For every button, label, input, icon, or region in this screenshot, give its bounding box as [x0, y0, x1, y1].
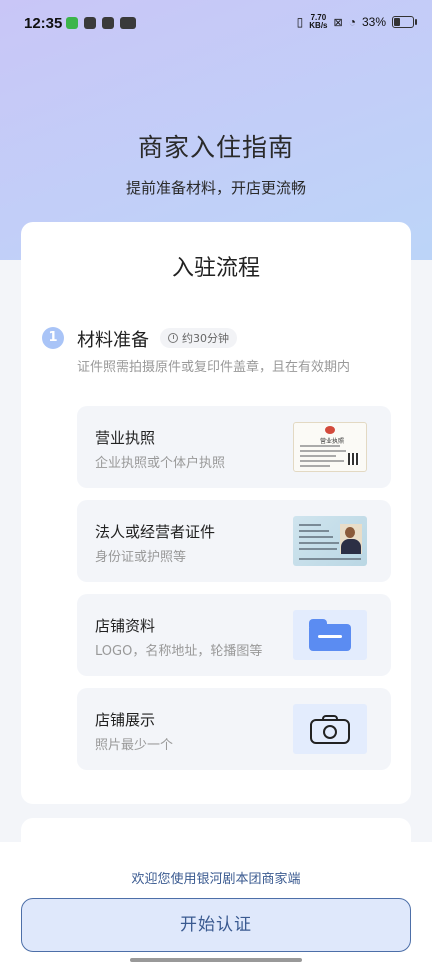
section-title: 入驻流程 — [165, 250, 267, 284]
material-item-title: 店铺展示 — [95, 711, 156, 729]
license-heading: 营业执照 — [320, 438, 345, 445]
battery-percent: 33% — [361, 15, 386, 29]
emblem-icon — [325, 426, 335, 434]
step-number-badge: 1 — [42, 327, 64, 349]
duration-text: 约30分钟 — [182, 332, 229, 345]
network-speed: 7.70 KB/s — [309, 14, 327, 30]
step-title: 材料准备 — [77, 330, 149, 351]
network-speed-unit: KB/s — [309, 21, 328, 30]
page-title: 商家入住指南 — [137, 133, 294, 162]
battery-icon — [392, 16, 417, 28]
duration-badge: 约30分钟 — [160, 328, 237, 348]
status-bar: 12:35 ▯ 7.70 KB/s ⊠ ◔ 33% — [0, 0, 432, 50]
notification-icon — [66, 17, 78, 29]
material-item-title: 法人或经营者证件 — [95, 523, 216, 541]
clock-icon — [168, 333, 178, 343]
status-time: 12:35 — [24, 15, 63, 32]
store-info-thumbnail — [293, 610, 367, 660]
material-item-desc: 身份证或护照等 — [95, 550, 187, 565]
home-indicator[interactable] — [130, 958, 302, 962]
welcome-text: 欢迎您使用银河剧本团商家端 — [131, 872, 301, 887]
folder-icon — [309, 619, 351, 651]
id-card-thumbnail — [293, 516, 367, 566]
camera-icon — [310, 714, 350, 744]
material-item-business-license[interactable]: 营业执照 企业执照或个体户执照 营业执照 — [77, 406, 391, 488]
person-icon — [345, 527, 355, 538]
wifi-icon: ◔ — [348, 15, 356, 29]
qr-code-icon — [348, 453, 360, 465]
store-photos-thumbnail — [293, 704, 367, 754]
material-item-legal-id[interactable]: 法人或经营者证件 身份证或护照等 — [77, 500, 391, 582]
material-item-store-info[interactable]: 店铺资料 LOGO，名称地址，轮播图等 — [77, 594, 391, 676]
material-item-title: 店铺资料 — [95, 617, 156, 635]
vibrate-icon: ▯ — [296, 15, 304, 29]
material-item-desc: LOGO，名称地址，轮播图等 — [95, 644, 263, 659]
sim-icon: ⊠ — [333, 16, 343, 29]
process-card: 入驻流程 1 材料准备 约30分钟 证件照需拍摄原件或复印件盖章，且在有效期内 … — [21, 222, 411, 804]
step-description: 证件照需拍摄原件或复印件盖章，且在有效期内 — [77, 360, 351, 375]
notification-icon — [120, 17, 136, 29]
start-verification-button[interactable]: 开始认证 — [21, 898, 411, 952]
material-item-desc: 照片最少一个 — [95, 738, 174, 753]
material-item-title: 营业执照 — [95, 429, 156, 447]
material-item-desc: 企业执照或个体户执照 — [95, 456, 226, 471]
material-item-store-photos[interactable]: 店铺展示 照片最少一个 — [77, 688, 391, 770]
bottom-bar: 欢迎您使用银河剧本团商家端 开始认证 — [0, 842, 432, 964]
page-subtitle: 提前准备材料，开店更流畅 — [125, 179, 306, 197]
business-license-thumbnail: 营业执照 — [293, 422, 367, 472]
notification-icon — [102, 17, 114, 29]
notification-icon — [84, 17, 96, 29]
